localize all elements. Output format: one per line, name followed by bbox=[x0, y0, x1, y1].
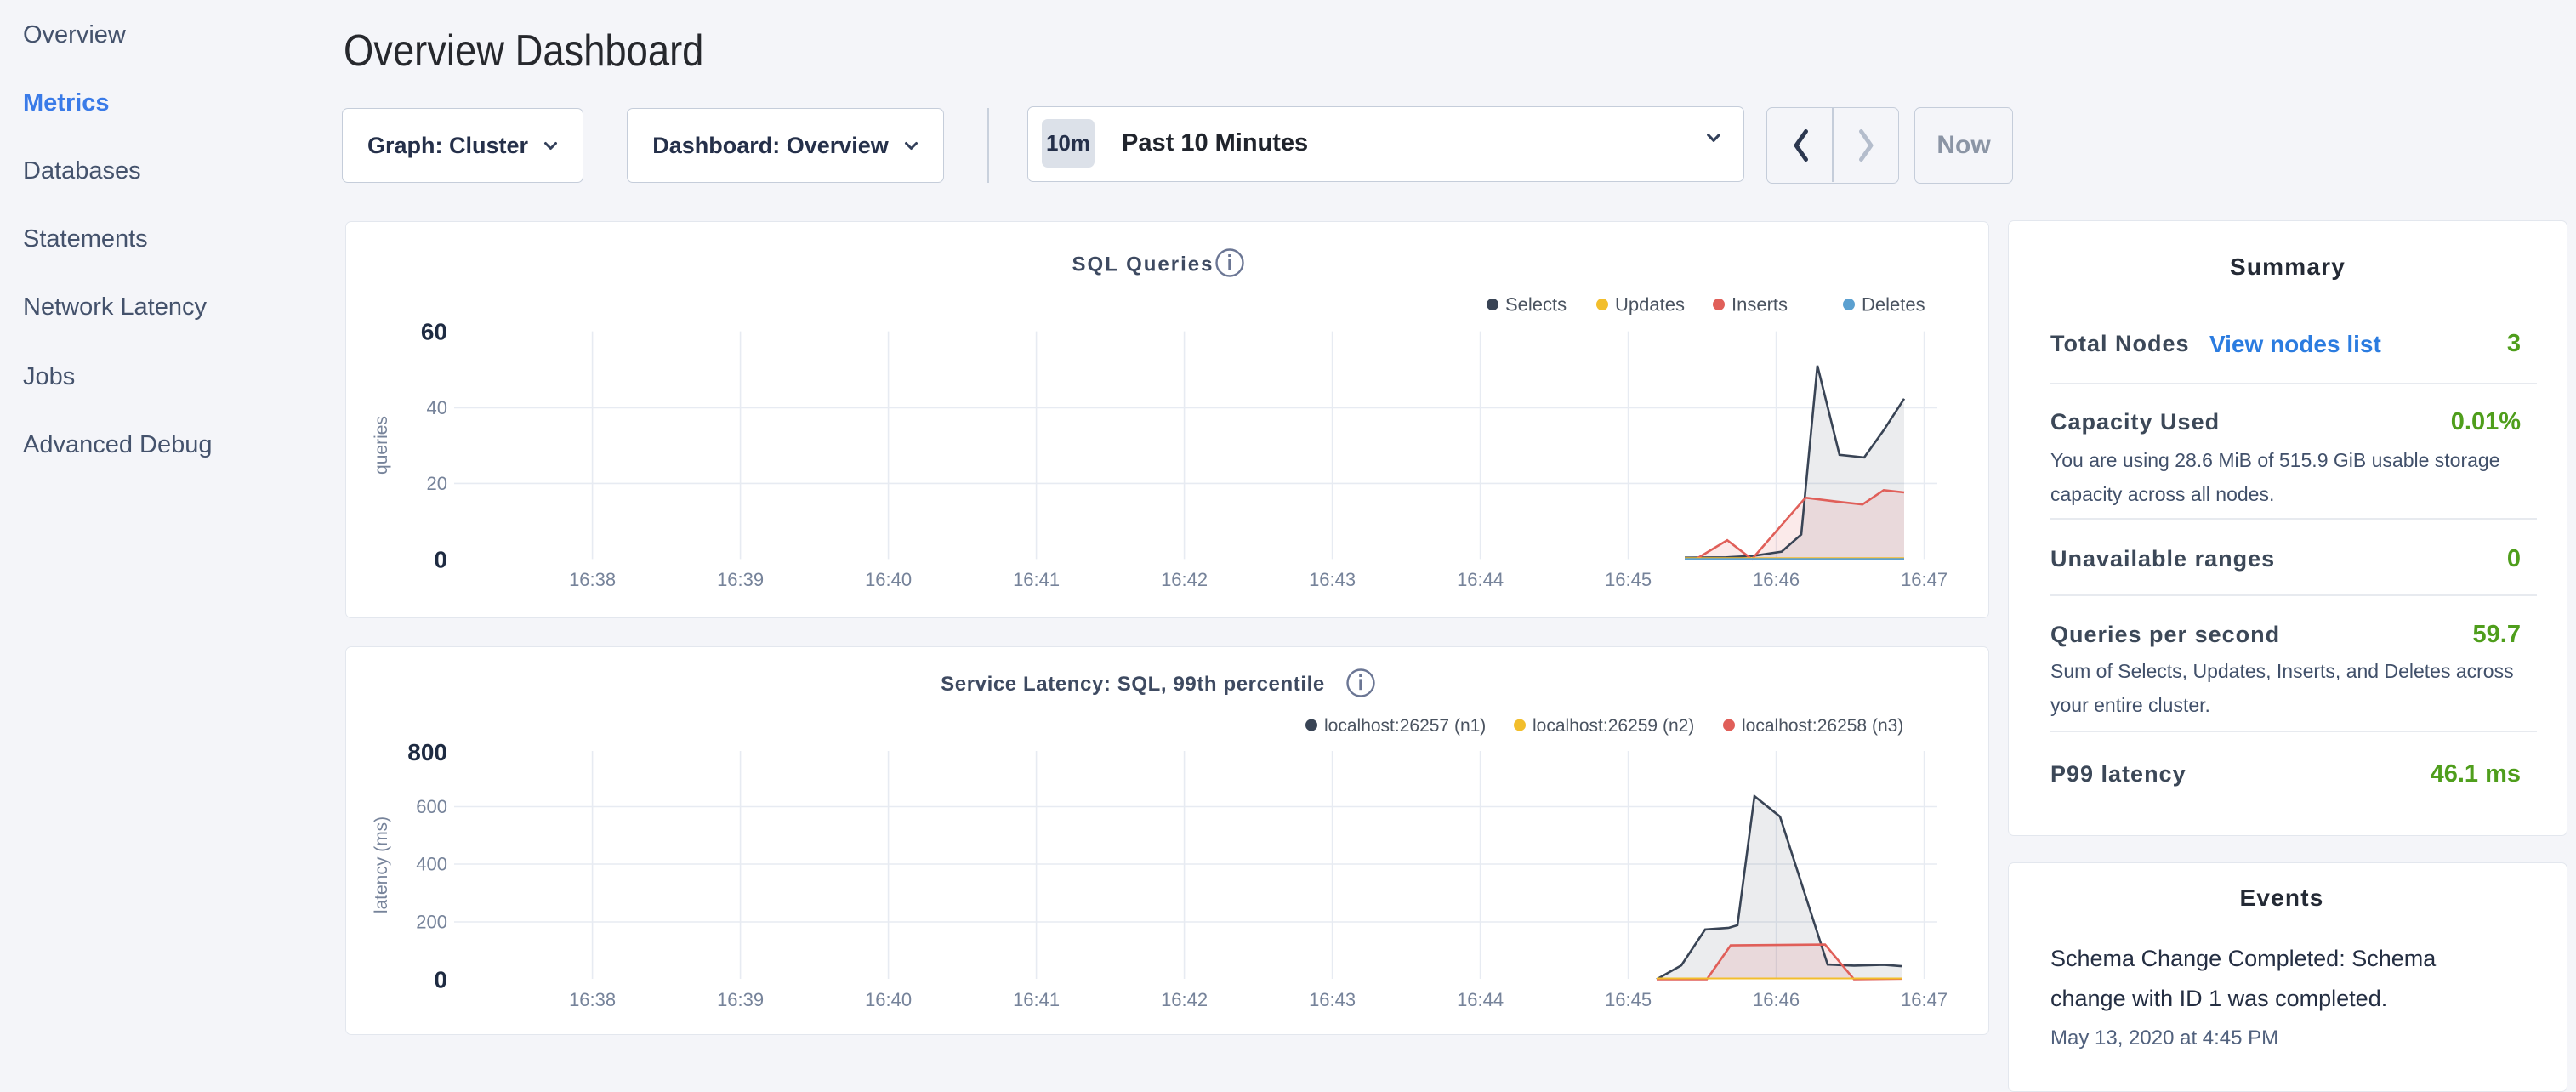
svg-text:200: 200 bbox=[416, 912, 447, 933]
svg-text:Inserts: Inserts bbox=[1732, 294, 1788, 316]
svg-text:latency (ms): latency (ms) bbox=[372, 816, 391, 913]
svg-text:Deletes: Deletes bbox=[1862, 294, 1925, 316]
svg-text:16:44: 16:44 bbox=[1457, 989, 1504, 1010]
svg-text:60: 60 bbox=[421, 319, 447, 345]
svg-text:16:40: 16:40 bbox=[865, 989, 912, 1010]
svg-text:16:39: 16:39 bbox=[717, 989, 764, 1010]
svg-text:16:44: 16:44 bbox=[1457, 569, 1504, 590]
svg-text:Service Latency: SQL, 99th per: Service Latency: SQL, 99th percentile bbox=[941, 673, 1325, 696]
svg-text:16:38: 16:38 bbox=[569, 989, 616, 1010]
svg-text:600: 600 bbox=[416, 796, 447, 817]
svg-text:16:41: 16:41 bbox=[1013, 569, 1060, 590]
svg-text:SQL Queries: SQL Queries bbox=[1072, 253, 1214, 276]
svg-text:16:47: 16:47 bbox=[1901, 569, 1948, 590]
svg-text:0: 0 bbox=[434, 967, 447, 993]
svg-text:16:38: 16:38 bbox=[569, 569, 616, 590]
svg-text:16:45: 16:45 bbox=[1605, 989, 1652, 1010]
svg-text:400: 400 bbox=[416, 854, 447, 875]
svg-text:localhost:26259 (n2): localhost:26259 (n2) bbox=[1533, 716, 1694, 736]
svg-text:16:43: 16:43 bbox=[1309, 989, 1356, 1010]
svg-text:0: 0 bbox=[434, 546, 447, 572]
svg-text:16:46: 16:46 bbox=[1753, 569, 1800, 590]
svg-text:16:46: 16:46 bbox=[1753, 989, 1800, 1010]
svg-text:queries: queries bbox=[372, 416, 391, 475]
svg-text:localhost:26258 (n3): localhost:26258 (n3) bbox=[1742, 716, 1903, 736]
svg-text:localhost:26257 (n1): localhost:26257 (n1) bbox=[1324, 716, 1486, 736]
svg-text:16:42: 16:42 bbox=[1161, 989, 1208, 1010]
svg-text:16:47: 16:47 bbox=[1901, 989, 1948, 1010]
svg-text:Selects: Selects bbox=[1505, 294, 1567, 316]
svg-text:Updates: Updates bbox=[1615, 294, 1685, 316]
svg-text:16:45: 16:45 bbox=[1605, 569, 1652, 590]
svg-text:16:40: 16:40 bbox=[865, 569, 912, 590]
svg-text:16:43: 16:43 bbox=[1309, 569, 1356, 590]
svg-text:40: 40 bbox=[427, 397, 447, 418]
svg-text:16:42: 16:42 bbox=[1161, 569, 1208, 590]
svg-text:800: 800 bbox=[407, 739, 447, 765]
svg-text:16:41: 16:41 bbox=[1013, 989, 1060, 1010]
svg-text:20: 20 bbox=[427, 473, 447, 494]
svg-text:16:39: 16:39 bbox=[717, 569, 764, 590]
